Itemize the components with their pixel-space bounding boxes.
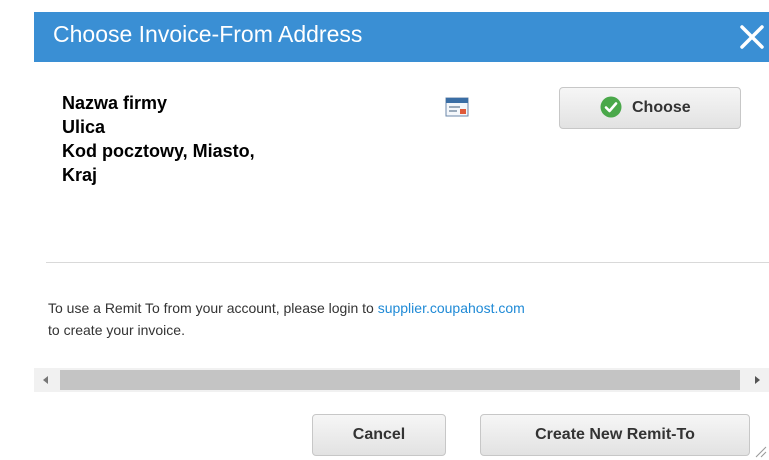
address-block: Nazwa firmy Ulica Kod pocztowy, Miasto, … — [62, 91, 255, 187]
scroll-left-button[interactable] — [34, 368, 58, 392]
divider — [46, 262, 769, 263]
chevron-left-icon — [43, 376, 48, 384]
resize-grip-icon[interactable] — [753, 444, 767, 458]
create-new-remit-to-button[interactable]: Create New Remit-To — [480, 414, 750, 456]
notice-text-start: To use a Remit To from your account, ple… — [48, 300, 378, 316]
check-circle-icon — [600, 96, 622, 118]
choose-address-dialog: Choose Invoice-From Address Nazwa firmy … — [0, 0, 769, 460]
chevron-right-icon — [755, 376, 760, 384]
dialog-title: Choose Invoice-From Address — [53, 21, 363, 47]
supplier-login-link[interactable]: supplier.coupahost.com — [378, 300, 525, 316]
address-line-company: Nazwa firmy — [62, 93, 168, 113]
dialog-titlebar: Choose Invoice-From Address — [34, 12, 769, 62]
close-icon — [740, 25, 764, 49]
address-line-country: Kraj — [62, 165, 98, 185]
notice-text-end: to create your invoice. — [48, 322, 185, 338]
login-notice: To use a Remit To from your account, ple… — [48, 297, 769, 341]
address-line-postal-city: Kod pocztowy, Miasto, — [62, 141, 255, 161]
address-card-icon[interactable] — [445, 96, 471, 120]
scroll-right-button[interactable] — [745, 368, 769, 392]
choose-label: Choose — [632, 99, 691, 116]
address-line-street: Ulica — [62, 117, 106, 137]
cancel-button[interactable]: Cancel — [312, 414, 446, 456]
horizontal-scrollbar[interactable] — [34, 368, 769, 392]
choose-button[interactable]: Choose — [559, 87, 741, 129]
close-button[interactable] — [737, 22, 767, 52]
scroll-thumb[interactable] — [60, 370, 740, 390]
